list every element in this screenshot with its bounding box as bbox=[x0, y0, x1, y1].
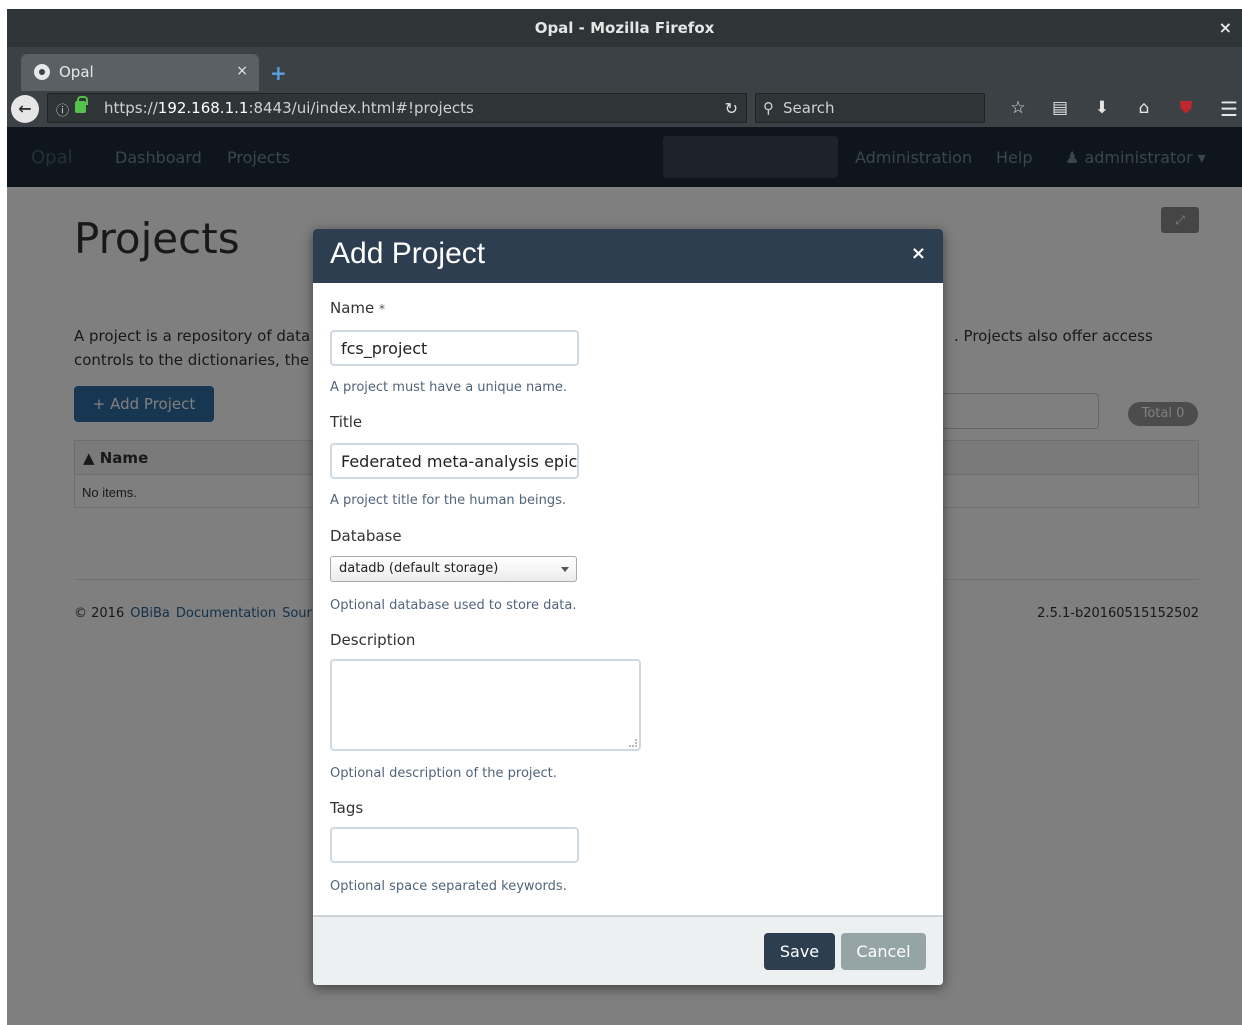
nav-bar: ← ⓘ https://192.168.1.1:8443/ui/index.ht… bbox=[7, 91, 1242, 127]
screen: Opal - Mozilla Firefox × Opal × + ← ⓘ ht… bbox=[0, 0, 1242, 1025]
home-icon[interactable]: ⌂ bbox=[1123, 98, 1165, 122]
cancel-button[interactable]: Cancel bbox=[841, 933, 926, 970]
resize-grip-icon[interactable] bbox=[629, 739, 637, 747]
description-help: Optional description of the project. bbox=[330, 766, 557, 781]
hamburger-menu-icon[interactable]: ☰ bbox=[1220, 97, 1238, 121]
ublock-icon[interactable]: ⛊ bbox=[1165, 98, 1207, 122]
bookmark-star-icon[interactable]: ☆ bbox=[997, 98, 1039, 122]
tab-close-button[interactable]: × bbox=[236, 63, 248, 79]
new-tab-button[interactable]: + bbox=[270, 61, 287, 85]
tab-bar: Opal × + bbox=[7, 47, 1242, 91]
tab-opal[interactable]: Opal × bbox=[21, 54, 259, 91]
window-titlebar: Opal - Mozilla Firefox × bbox=[7, 9, 1242, 47]
dialog-body: Name * fcs_project A project must have a… bbox=[313, 283, 943, 915]
search-input[interactable]: ⚲ Search bbox=[755, 93, 985, 123]
description-label: Description bbox=[330, 631, 416, 649]
tags-input[interactable] bbox=[330, 827, 579, 863]
info-icon[interactable]: ⓘ bbox=[56, 100, 69, 119]
name-input[interactable]: fcs_project bbox=[330, 330, 579, 366]
page-content: Opal Dashboard Projects Administration H… bbox=[7, 127, 1242, 1025]
back-button[interactable]: ← bbox=[11, 95, 39, 123]
title-help: A project title for the human beings. bbox=[330, 493, 567, 508]
dialog-close-button[interactable]: × bbox=[911, 243, 926, 264]
dialog-footer: Save Cancel bbox=[313, 915, 943, 985]
title-input[interactable]: Federated meta-analysis epic bbox=[330, 443, 579, 479]
lock-icon bbox=[75, 96, 88, 113]
description-textarea[interactable] bbox=[330, 659, 641, 751]
window-close-button[interactable]: × bbox=[1219, 18, 1232, 37]
save-button[interactable]: Save bbox=[764, 933, 835, 970]
database-help: Optional database used to store data. bbox=[330, 598, 577, 613]
dialog-title: Add Project bbox=[330, 237, 486, 270]
tags-label: Tags bbox=[330, 799, 364, 817]
reload-icon[interactable]: ↻ bbox=[725, 99, 738, 118]
database-select[interactable]: datadb (default storage) bbox=[330, 556, 577, 582]
reading-list-icon[interactable]: ▤ bbox=[1039, 98, 1081, 122]
firefox-window: Opal - Mozilla Firefox × Opal × + ← ⓘ ht… bbox=[7, 9, 1242, 1025]
tags-help: Optional space separated keywords. bbox=[330, 879, 567, 894]
name-help: A project must have a unique name. bbox=[330, 380, 568, 395]
eye-icon bbox=[34, 64, 50, 80]
dialog-header: Add Project × bbox=[313, 229, 943, 283]
title-label: Title bbox=[330, 413, 363, 431]
toolbar-icons: ☆ ▤ ⬇ ⌂ ⛊ bbox=[997, 98, 1207, 122]
tab-label: Opal bbox=[59, 63, 94, 81]
url-text[interactable]: https://192.168.1.1:8443/ui/index.html#!… bbox=[104, 99, 474, 117]
name-label: Name * bbox=[330, 299, 386, 317]
url-bar[interactable]: ⓘ https://192.168.1.1:8443/ui/index.html… bbox=[47, 93, 747, 123]
download-icon[interactable]: ⬇ bbox=[1081, 98, 1123, 122]
chevron-down-icon bbox=[561, 567, 569, 572]
search-placeholder: Search bbox=[783, 99, 835, 117]
database-label: Database bbox=[330, 527, 402, 545]
search-icon: ⚲ bbox=[763, 99, 774, 117]
add-project-dialog: Add Project × Name * fcs_project A proje… bbox=[313, 229, 943, 985]
window-title: Opal - Mozilla Firefox bbox=[534, 19, 715, 37]
